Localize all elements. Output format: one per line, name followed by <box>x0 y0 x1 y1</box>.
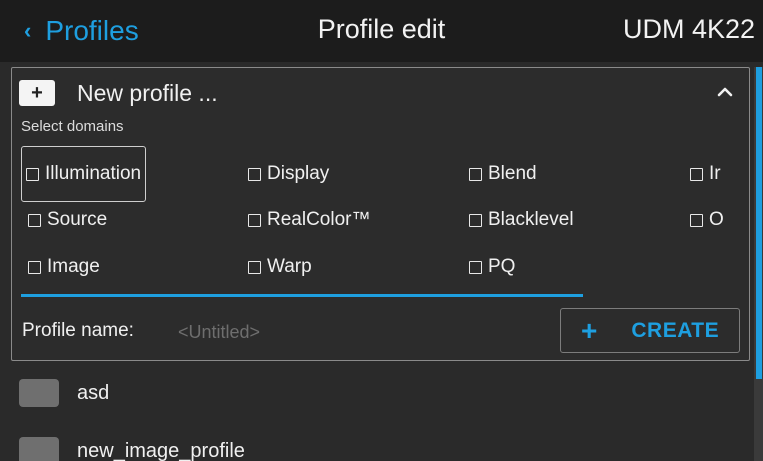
checkbox-unchecked-icon <box>26 167 39 181</box>
domain-label: O <box>709 209 724 230</box>
domain-checkbox-warp[interactable]: Warp <box>248 256 312 278</box>
scrollbar[interactable] <box>754 67 763 461</box>
domain-label: PQ <box>488 256 516 277</box>
domain-label: Blend <box>488 163 537 184</box>
domain-label: Display <box>267 163 330 184</box>
domain-checkbox-ir[interactable]: Ir <box>690 163 721 185</box>
profile-edit-screen: ‹ Profiles Profile edit UDM 4K22 + New p… <box>0 0 763 461</box>
domain-checkbox-realcolor[interactable]: RealColor™ <box>248 209 370 231</box>
domain-checkbox-image[interactable]: Image <box>28 256 100 278</box>
domain-checkbox-illumination[interactable]: Illumination <box>21 146 147 202</box>
create-button[interactable]: + CREATE <box>560 308 740 353</box>
profile-name-label: Profile name: <box>22 320 134 341</box>
add-profile-button[interactable]: + <box>19 80 55 106</box>
domain-label: Warp <box>267 256 312 277</box>
plus-icon: + <box>31 81 43 104</box>
new-profile-heading: New profile ... <box>77 80 218 106</box>
scrollbar-thumb[interactable] <box>756 67 762 379</box>
checkbox-unchecked-icon <box>248 213 261 227</box>
profile-name: new_image_profile <box>77 439 245 461</box>
checkbox-unchecked-icon <box>28 260 41 274</box>
checkbox-unchecked-icon <box>248 260 261 274</box>
create-label: CREATE <box>631 318 720 342</box>
checkbox-unchecked-icon <box>469 260 482 274</box>
domain-label: Image <box>47 256 100 277</box>
new-profile-panel: + New profile ... Select domains Illumin… <box>11 67 750 361</box>
chevron-up-icon[interactable] <box>715 82 735 102</box>
checkbox-unchecked-icon <box>248 167 261 181</box>
domain-checkbox-pq[interactable]: PQ <box>469 256 515 278</box>
domain-checkbox-blend[interactable]: Blend <box>469 163 537 185</box>
checkbox-unchecked-icon <box>690 167 703 181</box>
checkbox-unchecked-icon <box>469 213 482 227</box>
checkbox-unchecked-icon <box>469 167 482 181</box>
domain-label: Blacklevel <box>488 209 574 230</box>
checkbox-unchecked-icon <box>690 213 703 227</box>
profile-swatch <box>19 437 59 461</box>
domain-label: RealColor™ <box>267 209 371 230</box>
domain-label: Source <box>47 209 108 230</box>
profile-swatch <box>19 379 59 407</box>
domain-label: Illumination <box>45 163 142 184</box>
profile-list-item[interactable]: new_image_profile <box>0 424 750 461</box>
plus-icon: + <box>581 314 598 346</box>
domain-checkbox-source[interactable]: Source <box>28 209 107 231</box>
device-name: UDM 4K22 <box>622 14 755 44</box>
domain-checkbox-o[interactable]: O <box>690 209 724 231</box>
profile-name: asd <box>77 381 110 404</box>
select-domains-label: Select domains <box>21 118 124 135</box>
header-bar: ‹ Profiles Profile edit UDM 4K22 <box>0 0 763 62</box>
checkbox-unchecked-icon <box>28 213 41 227</box>
domain-checkbox-display[interactable]: Display <box>248 163 329 185</box>
domain-label: Ir <box>709 163 721 184</box>
profile-name-input[interactable] <box>178 318 548 346</box>
profile-list-item[interactable]: asd <box>0 366 750 420</box>
domains-scroll-indicator <box>21 294 583 297</box>
domain-checkbox-blacklevel[interactable]: Blacklevel <box>469 209 574 231</box>
